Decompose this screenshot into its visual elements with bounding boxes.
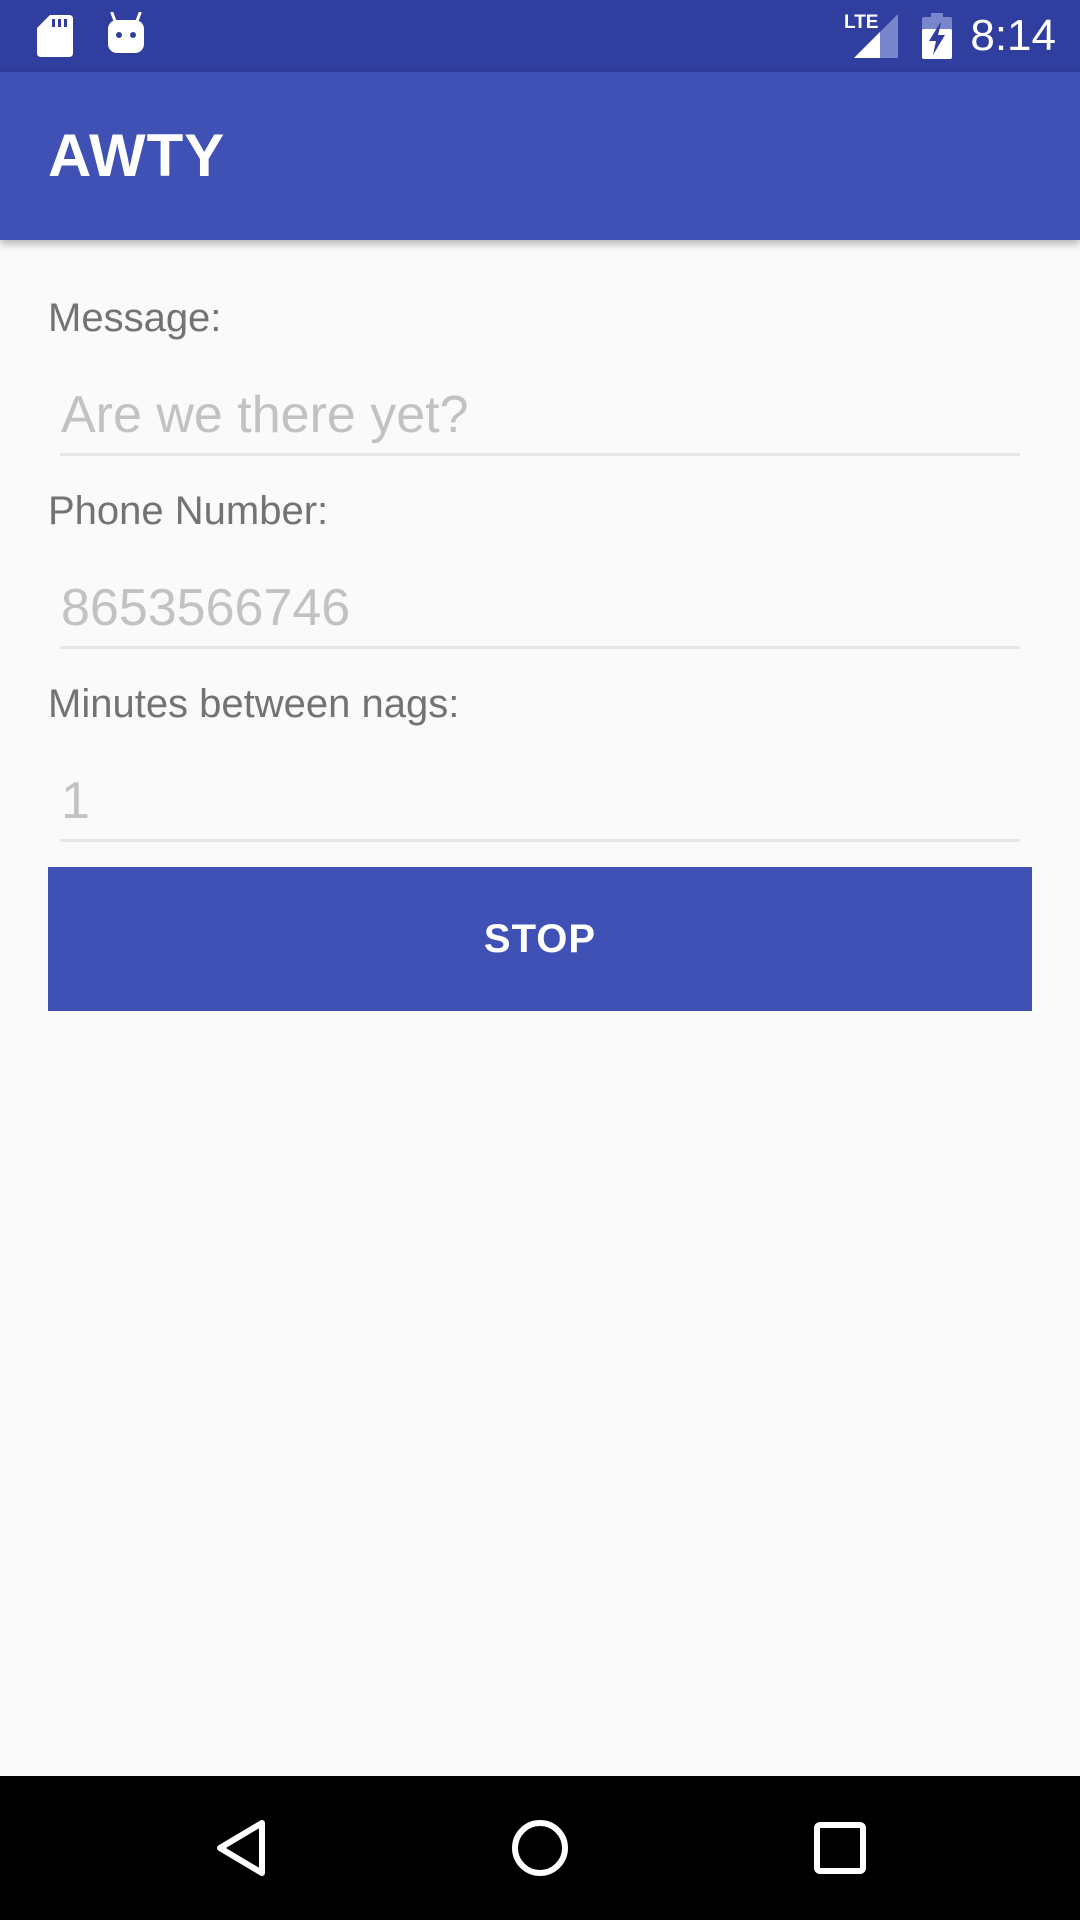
app-title: AWTY: [48, 122, 226, 189]
recents-button[interactable]: [760, 1776, 920, 1920]
app-bar: AWTY: [0, 72, 1080, 240]
minutes-placeholder: 1: [61, 772, 90, 830]
status-time: 8:14: [970, 11, 1056, 60]
lte-signal-icon: LTE: [844, 12, 898, 58]
recents-icon: [814, 1822, 866, 1874]
message-label: Message:: [48, 296, 222, 340]
sd-card-icon: [37, 15, 73, 57]
android-debug-icon: [108, 12, 144, 53]
back-button[interactable]: [161, 1776, 321, 1920]
navigation-bar: [0, 1776, 1080, 1920]
network-type-label: LTE: [844, 12, 879, 33]
phone-number-input[interactable]: 8653566746: [60, 574, 1020, 649]
status-bar: LTE 8:14: [0, 0, 1080, 72]
message-input[interactable]: Are we there yet?: [60, 381, 1020, 456]
phone-number-label: Phone Number:: [48, 489, 329, 533]
minutes-input[interactable]: 1: [60, 767, 1020, 842]
home-icon: [512, 1820, 568, 1876]
stop-button[interactable]: STOP: [48, 867, 1032, 1011]
message-placeholder: Are we there yet?: [61, 386, 469, 444]
back-icon: [217, 1820, 265, 1876]
home-button[interactable]: [460, 1776, 620, 1920]
minutes-label: Minutes between nags:: [48, 682, 460, 726]
phone-number-placeholder: 8653566746: [61, 579, 351, 637]
battery-charging-icon: [922, 13, 952, 59]
